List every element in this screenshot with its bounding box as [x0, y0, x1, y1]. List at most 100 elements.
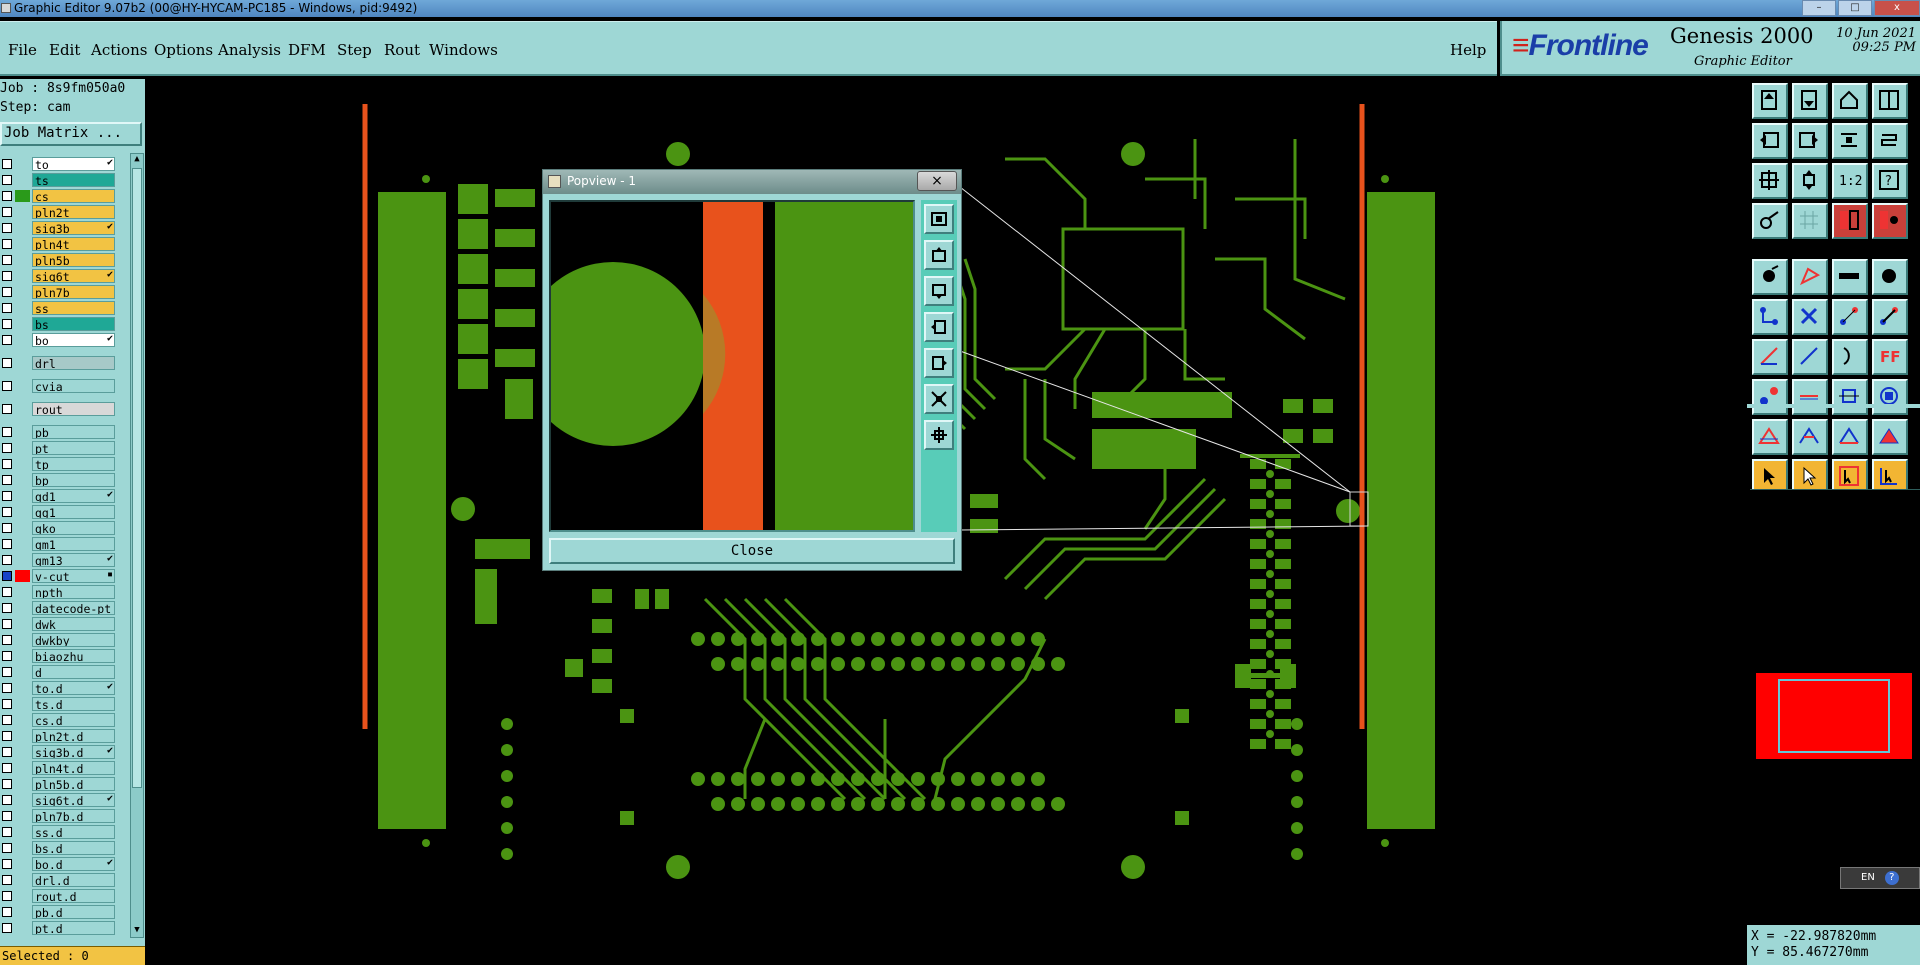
layer-checkbox[interactable]	[2, 223, 12, 233]
menu-edit[interactable]: Edit	[49, 41, 80, 59]
layer-name[interactable]: pln2t	[32, 205, 115, 219]
layer-checkbox[interactable]	[2, 207, 12, 217]
tool-add-pad-button[interactable]	[1752, 259, 1788, 295]
popview-tool-2[interactable]	[924, 240, 954, 270]
layer-affected-indicator[interactable]	[15, 158, 30, 170]
tool-cut-button[interactable]	[1792, 379, 1828, 415]
tool-add-surface-button[interactable]	[1792, 259, 1828, 295]
tool-scale-1to2-button[interactable]: 1:2	[1832, 163, 1868, 199]
layer-affected-indicator[interactable]	[15, 302, 30, 314]
layer-checkbox[interactable]	[2, 571, 12, 581]
layer-row-ts-d[interactable]: ts.d	[0, 697, 118, 711]
tool-delete-button[interactable]	[1792, 299, 1828, 335]
layer-checkbox[interactable]	[2, 667, 12, 677]
popview-close-button[interactable]: Close	[549, 538, 955, 564]
layer-affected-indicator[interactable]	[15, 334, 30, 346]
menu-dfm[interactable]: DFM	[288, 41, 326, 59]
tool-polygon-button[interactable]	[1752, 419, 1788, 455]
popview-tool-4[interactable]	[924, 312, 954, 342]
layer-checkbox[interactable]	[2, 795, 12, 805]
layer-name[interactable]: sig6t	[32, 269, 115, 283]
layer-checkbox[interactable]	[2, 635, 12, 645]
layer-row-cvia[interactable]: cvia	[0, 379, 118, 393]
layer-checkbox[interactable]	[2, 827, 12, 837]
layer-name[interactable]: drl.d	[32, 873, 115, 887]
layer-checkbox[interactable]	[2, 404, 12, 414]
layer-name[interactable]: cvia	[32, 379, 115, 393]
layer-name[interactable]: bs.d	[32, 841, 115, 855]
tool-zoom-window-button[interactable]	[1792, 163, 1828, 199]
layer-row-pt[interactable]: pt	[0, 441, 118, 455]
layer-name[interactable]: pb	[32, 425, 115, 439]
layer-name[interactable]: pln5b	[32, 253, 115, 267]
layer-row-v-cut[interactable]: v-cut ▪	[0, 569, 118, 583]
layer-name[interactable]: gg1	[32, 505, 115, 519]
layer-row-cs-d[interactable]: cs.d	[0, 713, 118, 727]
popview-tool-6[interactable]	[924, 384, 954, 414]
layer-checkbox[interactable]	[2, 319, 12, 329]
layer-name[interactable]: pln7b	[32, 285, 115, 299]
layer-checkbox[interactable]	[2, 779, 12, 789]
layer-checkbox[interactable]	[2, 923, 12, 933]
layer-affected-indicator[interactable]	[15, 618, 30, 630]
layer-checkbox[interactable]	[2, 175, 12, 185]
layer-name[interactable]: sig6t.d	[32, 793, 115, 807]
layer-checkbox[interactable]	[2, 619, 12, 629]
layer-row-pln5b-d[interactable]: pln5b.d	[0, 777, 118, 791]
layer-name[interactable]: biaozhu	[32, 649, 115, 663]
layer-checkbox[interactable]	[2, 358, 12, 368]
layer-affected-indicator[interactable]	[15, 474, 30, 486]
layer-affected-indicator[interactable]	[15, 842, 30, 854]
layer-name[interactable]: d	[32, 665, 115, 679]
layer-row-bs[interactable]: bs	[0, 317, 118, 331]
layer-name[interactable]: gm13	[32, 553, 115, 567]
tool-move-button[interactable]	[1832, 299, 1868, 335]
layer-affected-indicator[interactable]	[15, 538, 30, 550]
layer-row-bs-d[interactable]: bs.d	[0, 841, 118, 855]
layer-affected-indicator[interactable]	[15, 778, 30, 790]
layer-name[interactable]: ss.d	[32, 825, 115, 839]
layer-affected-indicator[interactable]	[15, 890, 30, 902]
layer-affected-indicator[interactable]	[15, 286, 30, 298]
layer-checkbox[interactable]	[2, 747, 12, 757]
layer-checkbox[interactable]	[2, 239, 12, 249]
layer-name[interactable]: gm1	[32, 537, 115, 551]
layer-row-bo[interactable]: bo ✔	[0, 333, 118, 347]
layer-checkbox[interactable]	[2, 427, 12, 437]
layer-name[interactable]: cs.d	[32, 713, 115, 727]
layer-row-npth[interactable]: npth	[0, 585, 118, 599]
tool-transform-button[interactable]	[1872, 379, 1908, 415]
layer-checkbox[interactable]	[2, 859, 12, 869]
popview-tool-3[interactable]	[924, 276, 954, 306]
layer-affected-indicator[interactable]	[15, 874, 30, 886]
layer-affected-indicator[interactable]	[15, 922, 30, 934]
layer-name[interactable]: sig3b.d	[32, 745, 115, 759]
layer-checkbox[interactable]	[2, 271, 12, 281]
layer-affected-indicator[interactable]	[15, 586, 30, 598]
overview-viewport[interactable]	[1778, 679, 1890, 753]
layer-name[interactable]: sig3b	[32, 221, 115, 235]
layer-name[interactable]: v-cut	[32, 569, 115, 583]
layer-row-tp[interactable]: tp	[0, 457, 118, 471]
layer-name[interactable]: pb.d	[32, 905, 115, 919]
layer-name[interactable]: drl	[32, 356, 115, 370]
layer-affected-indicator[interactable]	[15, 357, 30, 369]
layer-affected-indicator[interactable]	[15, 666, 30, 678]
layer-name[interactable]: bs	[32, 317, 115, 331]
layer-name[interactable]: gd1	[32, 489, 115, 503]
layer-affected-indicator[interactable]	[15, 190, 30, 202]
popview-title-bar[interactable]: Popview - 1	[543, 170, 961, 194]
tool-feature-select-button[interactable]	[1752, 379, 1788, 415]
menu-options[interactable]: Options	[154, 41, 213, 59]
tool-layer-down-button[interactable]	[1792, 83, 1828, 119]
layer-affected-indicator[interactable]	[15, 206, 30, 218]
layer-row-d[interactable]: d	[0, 665, 118, 679]
layer-checkbox[interactable]	[2, 763, 12, 773]
layer-row-pt-d[interactable]: pt.d	[0, 921, 118, 935]
layer-row-pln2t-d[interactable]: pln2t.d	[0, 729, 118, 743]
layer-row-pln4t-d[interactable]: pln4t.d	[0, 761, 118, 775]
layer-checkbox[interactable]	[2, 603, 12, 613]
layer-name[interactable]: gko	[32, 521, 115, 535]
layer-row-pln7b-d[interactable]: pln7b.d	[0, 809, 118, 823]
layer-checkbox[interactable]	[2, 683, 12, 693]
